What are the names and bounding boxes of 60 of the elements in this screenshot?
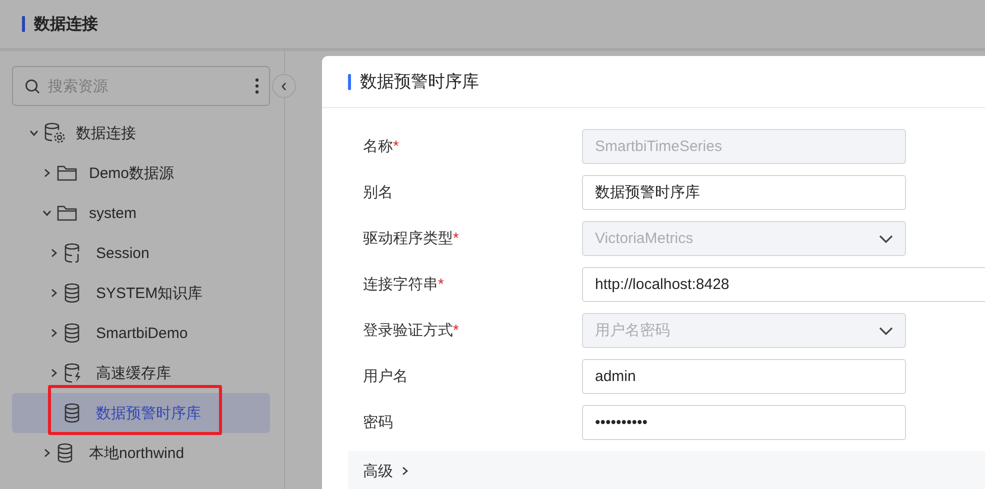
field-label: 登录验证方式* [363,321,460,340]
tree-item-label: Session [96,244,150,262]
search-input[interactable]: 搜索资源 [46,76,255,96]
required-mark: * [393,138,399,155]
chevron-icon [400,466,410,476]
field-label: 别名 [363,183,394,202]
field-label: 驱动程序类型* [363,229,460,248]
chevron-icon[interactable] [29,128,39,138]
database-icon [64,403,80,423]
input-field[interactable]: •••••••••• [582,405,906,440]
database-icon [64,323,80,343]
tree-item[interactable]: Demo数据源 [12,153,270,193]
tree-item-label: 本地northwind [89,444,184,462]
chevron-left-icon [281,82,287,90]
chevron-icon[interactable] [49,368,59,378]
page-title: 数据连接 [34,14,98,34]
database-icon [64,243,82,263]
tree-item-label: 数据预警时序库 [96,404,201,422]
required-mark: * [438,276,444,293]
chevron-icon[interactable] [49,288,59,298]
chevron-icon[interactable] [42,168,52,178]
tree-item-label: 数据连接 [76,124,136,142]
database-icon [64,283,80,303]
field-label: 用户名 [363,367,409,386]
tree-item[interactable]: system [12,193,270,233]
tree-item-label: 高速缓存库 [96,364,171,382]
chevron-icon[interactable] [42,448,52,458]
more-icon[interactable] [255,78,259,94]
field-label: 连接字符串* [363,275,445,294]
tree-item-label: Demo数据源 [89,164,174,182]
tree-item[interactable]: 高速缓存库 [12,353,270,393]
tree-item-label: SmartbiDemo [96,324,188,342]
tree-item[interactable]: SYSTEM知识库 [12,273,270,313]
chevron-icon[interactable] [49,248,59,258]
folder-icon [57,165,77,181]
tree-item-label: system [89,204,137,222]
caret-icon [879,234,893,242]
input-field[interactable]: 数据预警时序库 [582,175,906,210]
required-mark: * [453,322,459,339]
field-label: 密码 [363,413,394,432]
dialog-title: 数据预警时序库 [360,71,479,93]
search-icon [25,78,40,94]
tree-item[interactable]: 数据连接 [12,113,270,153]
tree-item[interactable]: SmartbiDemo [12,313,270,353]
input-field[interactable]: http://localhost:8428 [582,267,985,302]
tree-item[interactable]: Session [12,233,270,273]
chevron-icon[interactable] [49,328,59,338]
tree-item[interactable]: 本地northwind [12,433,270,473]
database-icon [57,443,73,463]
chevron-icon[interactable] [42,208,52,218]
database-lightning-icon [64,363,82,383]
advanced-toggle[interactable]: 高级 [348,451,985,489]
tree-item-label: SYSTEM知识库 [96,284,203,302]
required-mark: * [453,230,459,247]
field-label: 名称* [363,137,400,156]
caret-icon [879,326,893,334]
database-gear-icon [44,122,66,144]
folder-icon [57,205,77,221]
input-field[interactable]: admin [582,359,906,394]
search-field[interactable]: 搜索资源 [12,66,270,106]
